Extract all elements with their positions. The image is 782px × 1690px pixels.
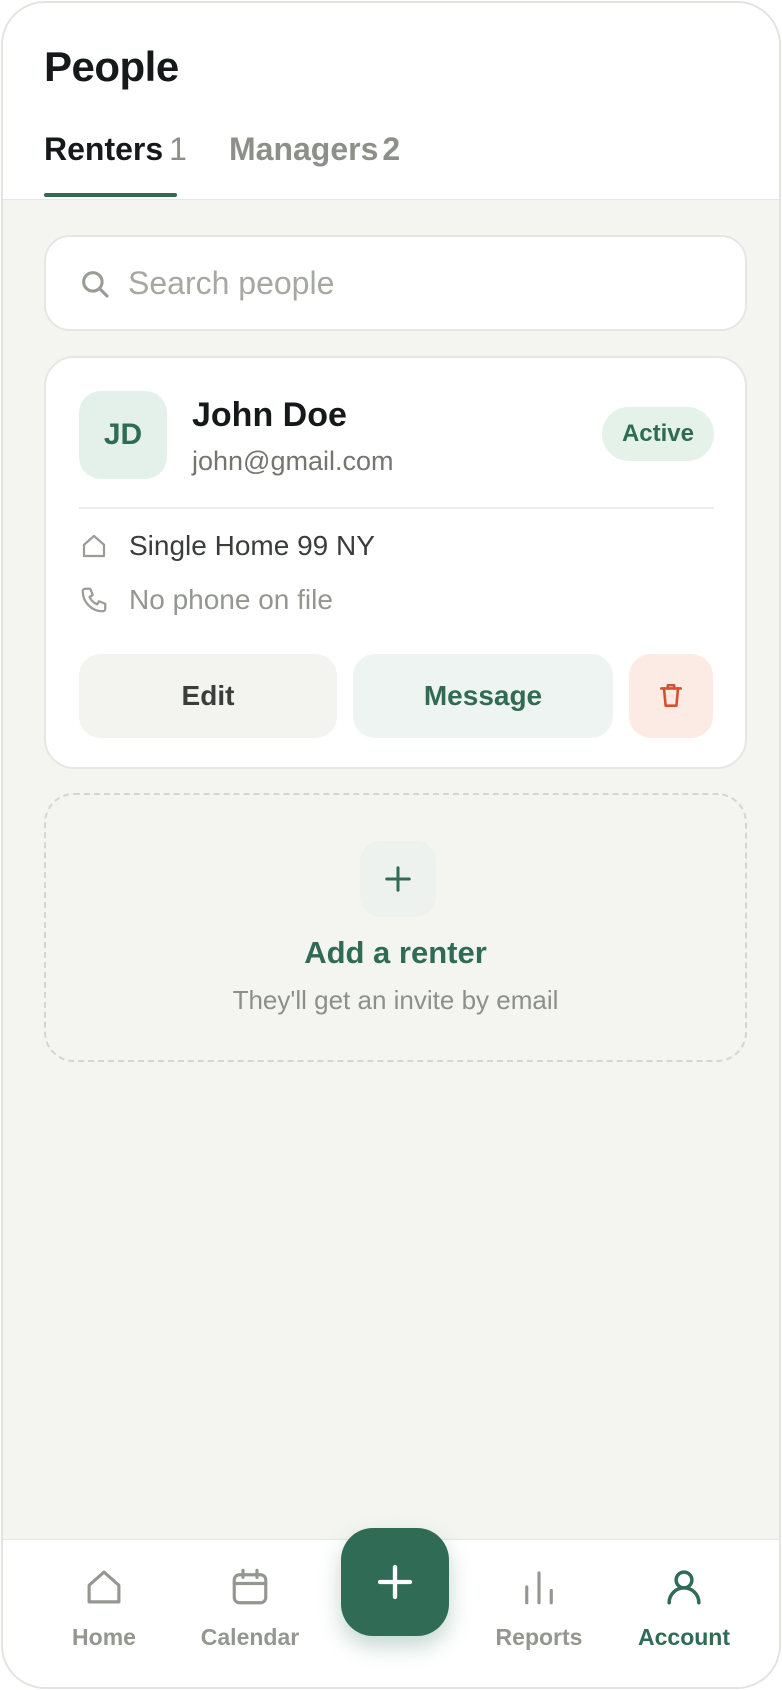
add-plus-tile [360, 841, 436, 917]
nav-home[interactable]: Home [39, 1566, 169, 1676]
tab-managers-count: 2 [382, 131, 401, 167]
nav-account-label: Account [638, 1624, 730, 1650]
nav-account[interactable]: Account [619, 1566, 749, 1676]
nav-home-label: Home [72, 1624, 136, 1650]
message-button[interactable]: Message [353, 654, 613, 738]
search-bar [44, 235, 747, 331]
phone-row: No phone on file [79, 584, 333, 616]
bar-chart-icon [525, 1571, 553, 1605]
user-icon [667, 1570, 701, 1605]
delete-button[interactable] [629, 654, 713, 738]
add-renter-button[interactable]: Add a renter They'll get an invite by em… [44, 793, 747, 1062]
tab-managers[interactable]: Managers 2 [229, 131, 400, 197]
page-title: People [44, 43, 179, 90]
phone-icon [81, 587, 107, 613]
bottom-nav: Home Calendar Reports Account [3, 1528, 779, 1687]
phone-text: No phone on file [129, 584, 333, 615]
plus-icon [377, 1564, 413, 1600]
property-row: Single Home 99 NY [79, 530, 375, 562]
tab-managers-label: Managers [229, 131, 379, 167]
tab-renters-label: Renters [44, 131, 164, 167]
tab-renters[interactable]: Renters 1 [44, 131, 187, 197]
tab-renters-count: 1 [169, 131, 187, 167]
card-divider [79, 507, 714, 509]
nav-calendar[interactable]: Calendar [185, 1566, 315, 1676]
add-fab-button[interactable] [341, 1528, 449, 1636]
status-badge: Active [601, 407, 714, 461]
search-icon [82, 271, 109, 298]
add-renter-title: Add a renter [304, 935, 487, 970]
app-screen: People Renters1 Managers2 JD John Doe jo… [1, 1, 781, 1689]
renter-card: JD John Doe john@gmail.com Active Single… [44, 356, 747, 769]
nav-calendar-label: Calendar [200, 1624, 300, 1650]
home-icon [87, 1570, 121, 1604]
edit-button[interactable]: Edit [79, 654, 337, 738]
add-renter-subtitle: They'll get an invite by email [232, 985, 559, 1015]
search-input[interactable] [128, 255, 718, 311]
renter-name: John Doe [192, 396, 347, 434]
property-text: Single Home 99 NY [129, 530, 375, 561]
avatar: JD [79, 391, 167, 479]
page-header: People Renters 1 Managers 2 [3, 3, 779, 200]
renter-email: john@gmail.com [192, 446, 394, 476]
nav-reports-label: Reports [495, 1624, 583, 1650]
house-icon [82, 534, 106, 558]
calendar-icon [232, 1568, 268, 1605]
plus-icon [385, 866, 411, 892]
nav-reports[interactable]: Reports [474, 1566, 604, 1676]
trash-icon [660, 683, 682, 707]
